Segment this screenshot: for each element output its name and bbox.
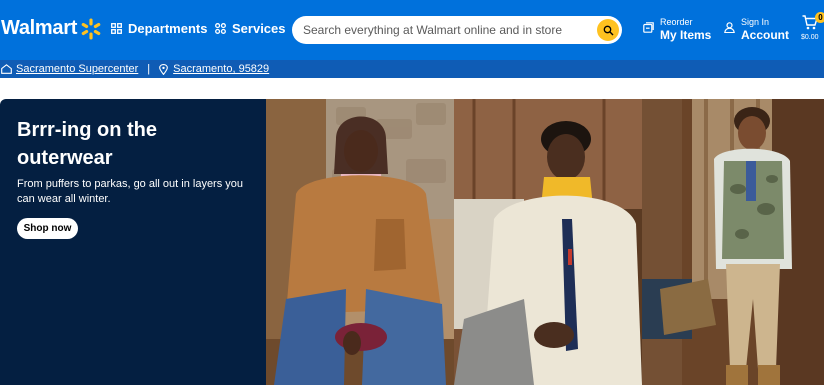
location-bar: Sacramento Supercenter | Sacramento, 958… (0, 60, 824, 78)
reorder-label: Reorder (660, 17, 693, 27)
reorder-my-items[interactable]: Reorder My Items (643, 17, 711, 42)
shop-now-button[interactable]: Shop now (17, 218, 78, 239)
grid-icon (111, 23, 122, 34)
account-label: Account (741, 28, 789, 42)
store-selector[interactable]: Sacramento Supercenter (1, 63, 138, 75)
hero-banner[interactable]: Brrr-ing on the outerwear From puffers t… (0, 99, 824, 385)
store-icon (1, 64, 12, 74)
services-label: Services (232, 21, 286, 36)
hero-photo-boy-vest (642, 99, 824, 385)
reorder-icon (643, 22, 654, 33)
my-items-label: My Items (660, 28, 712, 42)
services-icon (215, 23, 226, 34)
cart-count-badge: 0 (815, 12, 824, 23)
location-separator: | (147, 63, 151, 75)
cart-total: $0.00 (801, 34, 819, 41)
user-icon (724, 22, 735, 33)
store-name[interactable]: Sacramento Supercenter (16, 63, 138, 75)
top-header: Walmart Departments Services Search ever… (0, 0, 824, 60)
walmart-logo[interactable]: Walmart (1, 17, 102, 40)
hero-photo-woman-fleece (266, 99, 454, 385)
search-input[interactable]: Search everything at Walmart online and … (303, 23, 597, 37)
sign-in-account[interactable]: Sign In Account (724, 17, 789, 42)
departments-button[interactable]: Departments (111, 21, 207, 36)
zip-selector[interactable]: Sacramento, 95829 (159, 63, 269, 75)
search-bar[interactable]: Search everything at Walmart online and … (292, 16, 622, 44)
departments-label: Departments (128, 21, 208, 36)
services-button[interactable]: Services (215, 21, 286, 36)
promo-panel: Brrr-ing on the outerwear From puffers t… (0, 99, 266, 385)
cart-button[interactable]: 0 $0.00 (801, 12, 824, 45)
search-icon (603, 25, 613, 35)
hero-title: Brrr-ing on the outerwear (17, 119, 157, 169)
location-pin-icon (159, 63, 169, 75)
zip-code[interactable]: Sacramento, 95829 (173, 63, 269, 75)
search-button[interactable] (597, 19, 619, 41)
hero-photo-man-fleece (454, 99, 642, 385)
sign-in-label: Sign In (741, 17, 770, 27)
spark-logo-icon (81, 18, 101, 39)
logo-text: Walmart (1, 17, 78, 39)
hero-subtitle: From puffers to parkas, go all out in la… (17, 178, 244, 205)
